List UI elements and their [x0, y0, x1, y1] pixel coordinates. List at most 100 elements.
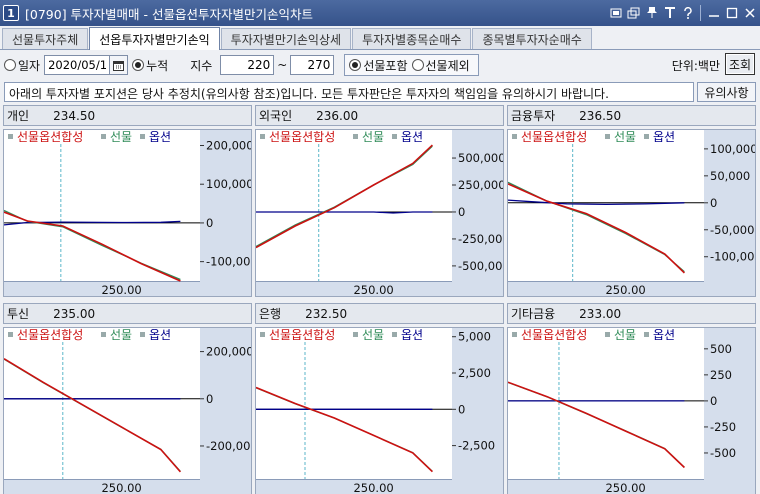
tab-investor-net-buy[interactable]: 투자자별종목순매수	[352, 28, 472, 49]
y-tick-label: -500,000	[458, 259, 504, 273]
chart-svg: 200,000 0 -200,000 250.00 선물옵션합성 선물 옵션	[4, 328, 252, 494]
y-tick-label: -100,000	[206, 255, 252, 269]
y-tick-label: 200,000	[206, 138, 252, 152]
legend-options-label: 옵션	[401, 130, 423, 144]
y-tick-label: 250	[710, 368, 732, 382]
legend-options-label: 옵션	[653, 328, 675, 342]
combined-series-line	[256, 144, 433, 249]
y-tick-label: 100,000	[710, 142, 756, 156]
new-window-icon[interactable]	[625, 3, 642, 22]
pnl-chart[interactable]: 100,000 50,000 0 -50,000 -100,000 250.00 선물옵션합…	[507, 129, 756, 297]
controls-divider	[700, 5, 701, 21]
investor-name: 투신	[7, 307, 30, 321]
x-tick-label: 250.00	[101, 481, 141, 494]
legend-futures-marker	[353, 332, 358, 337]
tab-investor-expiry-detail[interactable]: 투자자별만기손익상세	[220, 28, 352, 49]
tab-bar: 선물투자주체 선옵투자자별만기손익 투자자별만기손익상세 투자자별종목순매수 종…	[0, 27, 760, 50]
chart-svg: 500,000250,0000-250,000-500,000250.00선물옵…	[256, 130, 504, 297]
legend-combined-label: 선물옵션합성	[17, 130, 83, 144]
y-tick-label: -50,000	[710, 223, 754, 237]
legend-futures-label: 선물	[614, 328, 636, 342]
disclaimer-text: 아래의 투자자별 포지션은 당사 추정치(유의사항 참조)입니다. 모든 투자판…	[4, 82, 694, 102]
futures-filter-group: 선물포함 선물제외	[344, 54, 479, 76]
title-bar: 1 [0790] 투자자별매매 - 선물옵션투자자별만기손익차트	[0, 0, 760, 26]
daily-radio[interactable]	[4, 59, 16, 71]
x-tick-label: 250.00	[605, 283, 645, 297]
investor-panel: 개인 234.50 200,000 100,000 0 -100,000 250.00 선물옵…	[3, 105, 252, 297]
legend-combined-marker	[512, 332, 517, 337]
maximize-icon[interactable]	[723, 3, 740, 22]
investor-panel: 투신 235.00 200,000 0 -200,000 250.00 선물옵션합성 선물 옵션	[3, 303, 252, 494]
legend-options-marker	[392, 332, 397, 337]
y-tick-label: 0	[206, 216, 213, 230]
y-tick-label: 200,000	[206, 345, 252, 359]
legend-futures-label: 선물	[362, 328, 384, 342]
y-tick-label: -200,000	[206, 439, 252, 453]
search-button[interactable]: 조회	[725, 53, 755, 75]
options-series-line	[508, 199, 685, 206]
investor-name: 기타금융	[511, 307, 556, 321]
legend-futures-label: 선물	[362, 130, 384, 144]
chart-svg: 5,000 2,500 0 -2,500 250.00 선물옵션합성 선물 옵션	[256, 328, 503, 494]
chart-svg: 200,000 100,000 0 -100,000 250.00 선물옵션합성 선물 옵션	[4, 130, 252, 296]
y-tick-label: -250,000	[458, 232, 504, 246]
pnl-chart[interactable]: 200,000 0 -200,000 250.00 선물옵션합성 선물 옵션	[3, 327, 252, 494]
x-tick-label: 250.00	[353, 283, 393, 297]
legend-options-marker	[644, 134, 649, 139]
tab-item-investor-net-buy[interactable]: 종목별투자자순매수	[472, 28, 592, 49]
legend-options-marker	[140, 134, 145, 139]
pnl-chart[interactable]: 500 250 0 -250 -500 250.00 선물옵션합성 선물 옵션	[507, 327, 756, 494]
calendar-icon[interactable]	[110, 55, 129, 75]
legend-options-marker	[392, 134, 397, 139]
y-tick-label: 0	[458, 205, 465, 219]
legend-combined-label: 선물옵션합성	[17, 328, 83, 342]
combined-series-line	[508, 381, 685, 469]
investor-index-value: 236.50	[579, 108, 622, 123]
legend-combined-marker	[512, 134, 517, 139]
exclude-futures-label: 선물제외	[425, 58, 470, 73]
futures-series-line	[508, 381, 685, 468]
panel-header: 외국인 236.00	[255, 105, 504, 126]
investor-name: 은행	[259, 307, 282, 321]
caution-button[interactable]: 유의사항	[697, 82, 756, 102]
investor-index-value: 233.00	[579, 306, 622, 321]
legend-combined-marker	[8, 332, 13, 337]
tab-futures-investor[interactable]: 선물투자주체	[2, 28, 89, 49]
help-icon[interactable]	[679, 3, 696, 22]
legend-combined-label: 선물옵션합성	[269, 130, 335, 144]
close-icon[interactable]	[741, 3, 758, 22]
include-futures-radio[interactable]	[349, 59, 362, 71]
investor-panel: 외국인 236.00 500,000 250,000 0 -250,000 -500,000…	[255, 105, 504, 297]
index-to-input[interactable]	[290, 55, 335, 75]
investor-panel: 은행 232.50 5,000 2,500 0 -2,500 250.00 선물옵션합성 선물 옵…	[255, 303, 504, 494]
legend-futures-label: 선물	[110, 130, 132, 144]
legend-futures-marker	[353, 134, 358, 139]
font-size-icon[interactable]	[661, 3, 678, 22]
legend-options-marker	[644, 332, 649, 337]
y-tick-label: 250,000	[458, 178, 504, 192]
investor-name: 금융투자	[511, 109, 556, 123]
options-series-line	[256, 211, 433, 214]
pin-icon[interactable]	[643, 3, 660, 22]
minimize-icon[interactable]	[705, 3, 722, 22]
legend-options-label: 옵션	[401, 328, 423, 342]
window-number-badge[interactable]: 1	[3, 5, 19, 21]
combined-series-line	[256, 386, 433, 473]
chart-svg: 100,000 50,000 0 -50,000 -100,000 250.00 선물옵션합…	[508, 130, 756, 297]
cumulative-radio[interactable]	[132, 59, 145, 71]
tab-investor-expiry-pnl[interactable]: 선옵투자자별만기손익	[89, 27, 220, 50]
exclude-futures-radio[interactable]	[411, 59, 424, 71]
pnl-chart[interactable]: 500,000 250,000 0 -250,000 -500,000 250.00 선물옵…	[255, 129, 504, 297]
screen-capture-icon[interactable]	[607, 3, 624, 22]
index-label: 지수	[190, 58, 213, 73]
pnl-chart[interactable]: 200,000 100,000 0 -100,000 250.00 선물옵션합성 선물 옵션	[3, 129, 252, 297]
y-tick-label: 0	[458, 402, 465, 416]
y-tick-label: -2,500	[458, 439, 495, 453]
index-from-input[interactable]	[220, 55, 275, 75]
legend-options-marker	[140, 332, 145, 337]
panel-header: 금융투자 236.50	[507, 105, 756, 126]
pnl-chart[interactable]: 5,000 2,500 0 -2,500 250.00 선물옵션합성 선물 옵션	[255, 327, 504, 494]
date-input[interactable]	[44, 55, 111, 75]
panel-header: 은행 232.50	[255, 303, 504, 324]
legend-combined-marker	[8, 134, 13, 139]
